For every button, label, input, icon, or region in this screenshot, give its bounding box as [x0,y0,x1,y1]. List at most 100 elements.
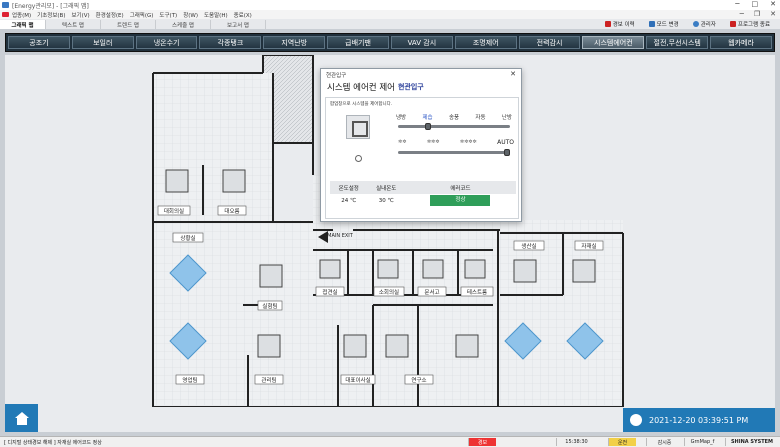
alarm-indicator: 경보 [468,438,496,446]
aircon-unit[interactable] [385,334,409,358]
menu-item[interactable]: 기초정보(B) [37,11,65,19]
room-label: 실험팀 [262,302,277,310]
nav-ahu[interactable]: 공조기 [8,36,70,49]
mdi-controls: ─ ❐ ✕ [740,10,776,18]
menu-item[interactable]: 환경설정(E) [96,11,124,19]
monitor-indicator: 감시중 [646,438,682,446]
east-block [498,230,623,405]
mode-cool[interactable]: 냉방 [396,113,406,121]
aircon-unit[interactable] [455,334,479,358]
nav-power-saving[interactable]: 절전,무선시스템 [646,36,709,49]
aircon-unit[interactable] [257,334,281,358]
room-label: 영업팀 [182,376,197,384]
nav-system-aircon[interactable]: 시스템에어컨 [582,36,645,49]
admin-button[interactable]: 관리자 [689,20,720,28]
user-icon [692,21,699,27]
mode-auto[interactable]: 자동 [475,113,485,121]
fan-speed-1-icon[interactable]: ✲✲ [398,139,406,146]
mdi-close-button[interactable]: ✕ [770,10,776,18]
fan-slider-knob[interactable] [504,149,510,156]
map-name: GrnMap_f [684,438,720,446]
mode-heat[interactable]: 난방 [502,113,512,121]
window-title: [Energy관리모] - [그래픽 맵] [12,2,89,10]
nav-tanks[interactable]: 각종탱크 [199,36,262,49]
alarm-icon [604,21,611,27]
room-label: 대표이사실 [345,376,370,384]
dialog-body: 팝업창으로 시스템을 제어합니다. 냉방 제습 송풍 자동 난방 ✲✲ ✲✲✲ … [325,97,519,219]
mode-dehumidify[interactable]: 제습 [422,113,432,121]
aircon-unit-image [346,115,370,139]
aircon-unit[interactable] [319,259,341,279]
aircon-unit[interactable] [259,264,283,288]
menu-item[interactable]: 그래픽(G) [130,11,154,19]
window-controls: ─ □ ✕ [735,0,776,8]
menu-item[interactable]: 종료(X) [234,11,252,19]
tab-text-map[interactable]: 텍스트 맵 [46,20,101,29]
main-exit-label: MAIN EXIT [327,233,354,239]
menu-item[interactable]: 창(W) [183,11,198,19]
status-table: 온도설정 실내온도 에러코드 24 ℃ 30 ℃ 정상 [330,181,516,207]
fan-speed-2-icon[interactable]: ✲✲✲ [427,139,440,146]
aircon-unit[interactable] [377,259,399,279]
aircon-unit[interactable] [165,169,189,193]
aircon-unit[interactable] [343,334,367,358]
home-button[interactable] [5,404,38,432]
mode-icon [648,21,655,27]
set-temp-value[interactable]: 24 ℃ [330,194,368,207]
tab-report-map[interactable]: 보고서 맵 [211,20,266,29]
mode-slider[interactable] [398,123,510,130]
company-name: SHINA SYSTEM [725,438,778,446]
set-temp-header: 온도설정 [330,181,368,194]
room-label: 테스트룸 [467,288,487,296]
dialog-window-title: 현관입구 [326,72,347,79]
power-icon[interactable] [355,155,362,162]
dialog-titlebar: 현관입구 ✕ [321,69,521,80]
close-window-button[interactable]: ✕ [770,0,776,8]
nav-webcam[interactable]: 웹카메라 [710,36,772,49]
nav-boiler[interactable]: 보일러 [71,36,134,49]
app-icon [2,2,9,8]
mode-fan[interactable]: 송풍 [449,113,459,121]
room-label: 대오름 [224,207,239,215]
tab-trend-map[interactable]: 트렌드 맵 [101,20,156,29]
room-temp-header: 실내온도 [367,181,405,194]
upper-wing [153,73,273,223]
menu-item[interactable]: 보기(V) [71,11,89,19]
fan-speed-3-icon[interactable]: ✲✲✲✲ [460,139,477,146]
tab-schedule-map[interactable]: 스케줄 맵 [156,20,211,29]
dialog-close-icon[interactable]: ✕ [510,70,516,78]
status-bar: [ 디지털 상태경보 해제 ] 자재실 에어코드 정상 경보 15:38:30 … [0,436,780,447]
nav-district-heating[interactable]: 지역난방 [263,36,326,49]
dialog-heading-text: 시스템 에어컨 제어 [327,83,395,93]
nav-lighting[interactable]: 조명제어 [454,36,517,49]
exit-program-button[interactable]: 프로그램 종료 [726,20,774,28]
main-navigation: 공조기 보일러 냉온수기 각종탱크 지역난방 급배기팬 VAV 감시 조명제어 … [5,33,775,52]
nav-vav[interactable]: VAV 감시 [390,36,453,49]
aircon-unit[interactable] [464,259,486,279]
room-label: 자재실 [581,242,596,250]
status-table-header: 온도설정 실내온도 에러코드 [330,181,516,194]
fan-auto-label[interactable]: AUTO [497,139,514,146]
nav-power[interactable]: 전력감시 [518,36,581,49]
menu-item[interactable]: 도움말(H) [204,11,228,19]
nav-fans[interactable]: 급배기팬 [327,36,389,49]
minimize-button[interactable]: ─ [735,0,739,8]
mdi-minimize-button[interactable]: ─ [740,10,744,18]
nav-chiller[interactable]: 냉온수기 [135,36,198,49]
mode-slider-knob[interactable] [424,123,431,130]
clock-icon [630,414,642,426]
aircon-unit[interactable] [513,259,537,283]
aircon-control-dialog: 현관입구 ✕ 시스템 에어컨 제어 현관입구 팝업창으로 시스템을 제어합니다.… [320,68,522,222]
menu-item[interactable]: 업종(M) [12,11,31,19]
aircon-unit[interactable] [222,169,246,193]
tab-graphic-map[interactable]: 그래픽 맵 [0,20,46,29]
fan-speed-slider[interactable] [398,149,510,156]
mdi-restore-button[interactable]: ❐ [754,10,760,18]
aircon-unit[interactable] [422,259,444,279]
maximize-button[interactable]: □ [752,0,759,8]
alarm-history-button[interactable]: 경보 이력 [601,20,639,28]
error-code-header: 에러코드 [404,181,516,194]
aircon-unit[interactable] [572,259,596,283]
menu-item[interactable]: 도구(T) [159,11,177,19]
mode-change-button[interactable]: 모드 변경 [645,20,683,28]
